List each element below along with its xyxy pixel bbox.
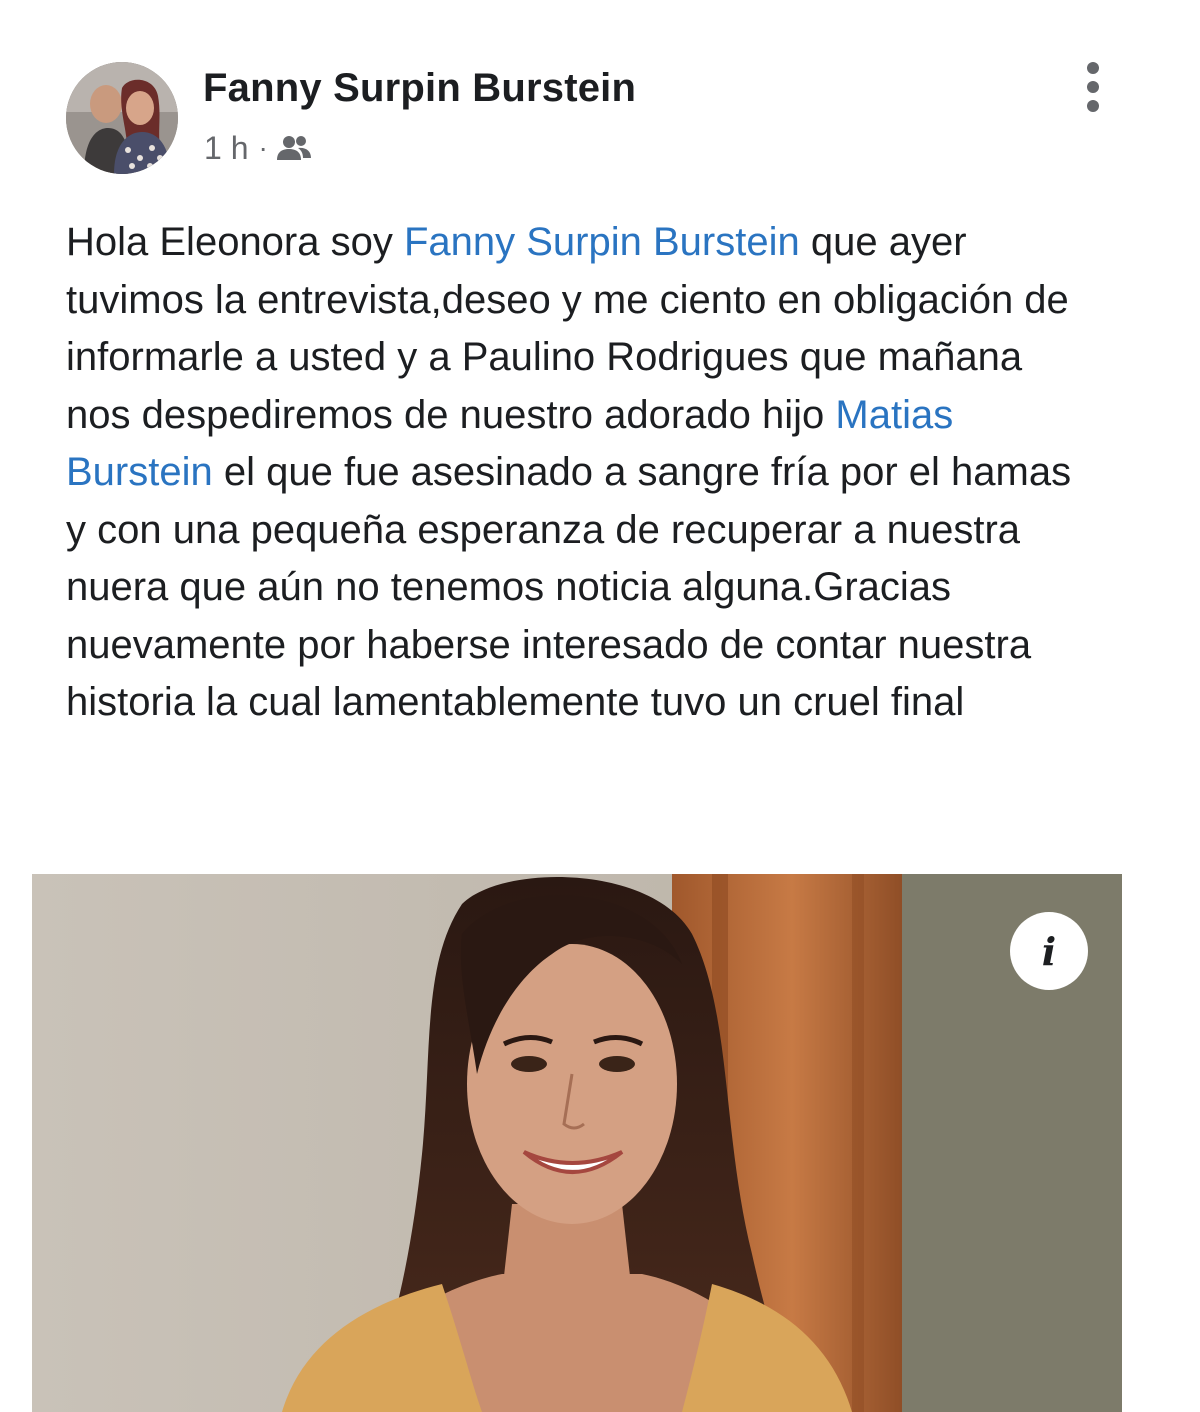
post-photo[interactable]: i [32, 874, 1122, 1412]
author-name[interactable]: Fanny Surpin Burstein [203, 66, 636, 111]
post-body: Hola Eleonora soy Fanny Surpin Burstein … [66, 214, 1086, 732]
post-timestamp[interactable]: 1 h [204, 130, 248, 167]
facebook-post: Fanny Surpin Burstein 1 h · Hola Eleonor… [0, 0, 1200, 1412]
body-text-part: Hola Eleonora soy [66, 220, 404, 264]
post-header: Fanny Surpin Burstein 1 h · [66, 62, 1106, 174]
meta-separator: · [258, 132, 268, 163]
author-avatar[interactable] [66, 62, 178, 174]
more-options-button[interactable] [1080, 62, 1106, 112]
body-text-part: el que fue asesinado a sangre fría por e… [66, 450, 1072, 724]
more-vertical-icon [1087, 62, 1099, 74]
friends-icon[interactable] [276, 134, 312, 162]
info-icon: i [1041, 928, 1057, 974]
post-meta: 1 h · [204, 128, 312, 168]
mention-link-author[interactable]: Fanny Surpin Burstein [404, 220, 800, 264]
info-button[interactable]: i [1010, 912, 1088, 990]
